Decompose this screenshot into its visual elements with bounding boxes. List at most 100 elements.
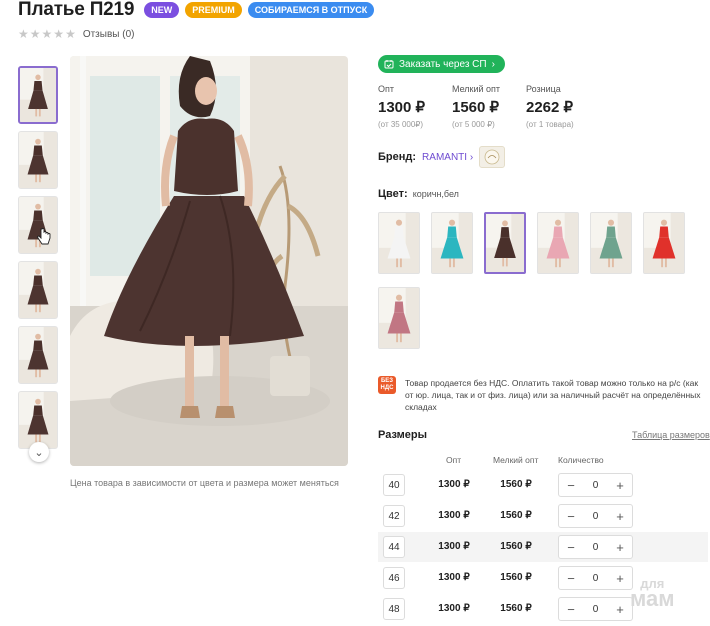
minus-button[interactable]: − [565,540,577,555]
thumbnail-1[interactable] [18,66,58,124]
quantity-stepper[interactable]: − 0 + [558,535,633,559]
quantity-value[interactable]: 0 [593,573,599,584]
price-value: 1560 ₽ [452,99,500,116]
size-price-small-opt: 1560 ₽ [500,479,532,490]
size-price-small-opt: 1560 ₽ [500,603,532,614]
color-row: Цвет: коричн,бел [378,188,459,200]
minus-button[interactable]: − [565,478,577,493]
color-swatch-brown[interactable] [484,212,526,274]
thumbnail-4[interactable] [18,261,58,319]
price-small-opt: Мелкий опт 1560 ₽ (от 5 000 ₽) [452,84,526,129]
plus-button[interactable]: + [614,478,626,493]
brand-row: Бренд: RAMANTI › [378,146,506,168]
price-min-order: (от 1 товара) [526,120,574,129]
hand-cursor-icon [37,228,51,245]
size-label: 46 [383,567,405,589]
price-min-order: (от 5 000 ₽) [452,120,495,129]
quantity-stepper[interactable]: − 0 + [558,504,633,528]
price-min-order: (от 35 000₽) [378,120,424,129]
reviews-link[interactable]: Отзывы (0) [83,29,135,40]
quantity-stepper[interactable]: − 0 + [558,473,633,497]
price-opt: Опт 1300 ₽ (от 35 000₽) [378,84,452,129]
size-price-opt: 1300 ₽ [438,479,470,490]
brand-logo[interactable] [479,146,506,168]
star-icon: ★ [65,27,77,41]
price-value: 2262 ₽ [526,99,574,116]
quantity-stepper[interactable]: − 0 + [558,597,633,621]
product-title: Платье П219 [18,0,135,20]
minus-button[interactable]: − [565,571,577,586]
chevron-down-icon[interactable]: ⌄ [29,442,49,462]
size-price-opt: 1300 ₽ [438,541,470,552]
thumbnail-list [18,66,60,456]
size-price-opt: 1300 ₽ [438,572,470,583]
sizes-title: Размеры [378,429,428,441]
price-block: Опт 1300 ₽ (от 35 000₽) Мелкий опт 1560 … [378,84,600,129]
size-price-opt: 1300 ₽ [438,510,470,521]
quantity-stepper[interactable]: − 0 + [558,566,633,590]
order-via-sp-button[interactable]: Заказать через СП › [378,55,505,73]
chevron-right-icon: › [491,58,495,70]
badge-premium[interactable]: PREMIUM [185,2,242,18]
minus-button[interactable]: − [565,602,577,617]
size-price-small-opt: 1560 ₽ [500,572,532,583]
size-label: 44 [383,536,405,558]
price-value: 1300 ₽ [378,99,426,116]
plus-button[interactable]: + [614,602,626,617]
brand-label: Бренд: [378,151,417,163]
color-swatch-mauve-print[interactable] [378,287,420,349]
watermark-bottom: мам [630,586,675,611]
quantity-value[interactable]: 0 [593,511,599,522]
size-row-44: 44 1300 ₽ 1560 ₽ − 0 + [378,532,708,562]
plus-button[interactable]: + [614,509,626,524]
color-swatch-sage[interactable] [590,212,632,274]
order-button-label: Заказать через СП [399,58,487,70]
star-icon: ★ [53,27,66,41]
color-swatch-white[interactable] [378,212,420,274]
color-swatch-turquoise[interactable] [431,212,473,274]
color-swatch-red[interactable] [643,212,685,274]
size-row-42: 42 1300 ₽ 1560 ₽ − 0 + [378,501,708,531]
star-icon: ★ [41,27,54,41]
sizes-header-small-opt: Мелкий опт [493,455,539,465]
sizes-header-opt: Опт [446,455,462,465]
size-label: 42 [383,505,405,527]
size-chart-link[interactable]: Таблица размеров [632,430,710,440]
star-icon: ★ [29,27,42,41]
price-label: Мелкий опт [452,84,501,94]
plus-button[interactable]: + [614,540,626,555]
color-swatch-pink[interactable] [537,212,579,274]
brand-link[interactable]: RAMANTI › [422,152,473,163]
star-icon: ★ [18,27,30,41]
thumbnail-2[interactable] [18,131,58,189]
no-vat-icon: БЕЗ НДС [378,376,396,394]
minus-button[interactable]: − [565,509,577,524]
watermark: для мам [630,577,675,611]
main-product-photo[interactable] [70,56,348,466]
thumbnail-6[interactable] [18,391,58,449]
price-note: Цена товара в зависимости от цвета и раз… [70,478,339,488]
color-label: Цвет: [378,188,408,200]
badge-vacation[interactable]: СОБИРАЕМСЯ В ОТПУСК [247,2,375,18]
size-label: 48 [383,598,405,620]
size-price-opt: 1300 ₽ [438,603,470,614]
price-label: Опт [378,84,394,94]
calendar-check-icon [384,60,394,69]
rating-row: ★★★★★ Отзывы (0) [18,27,134,41]
rating-stars: ★★★★★ [18,27,77,41]
badge-new[interactable]: NEW [144,2,180,18]
sizes-header-qty: Количество [558,455,604,465]
quantity-value[interactable]: 0 [593,604,599,615]
quantity-value[interactable]: 0 [593,542,599,553]
plus-button[interactable]: + [614,571,626,586]
chevron-right-icon: › [469,151,474,163]
size-row-40: 40 1300 ₽ 1560 ₽ − 0 + [378,470,708,500]
thumbnail-5[interactable] [18,326,58,384]
vat-notice: Товар продается без НДС. Оплатить такой … [405,378,701,412]
title-row: Платье П219 NEW PREMIUM СОБИРАЕМСЯ В ОТП… [18,0,375,20]
quantity-value[interactable]: 0 [593,480,599,491]
size-price-small-opt: 1560 ₽ [500,510,532,521]
color-value: коричн,бел [412,189,459,199]
price-retail: Розница 2262 ₽ (от 1 товара) [526,84,600,129]
size-price-small-opt: 1560 ₽ [500,541,532,552]
